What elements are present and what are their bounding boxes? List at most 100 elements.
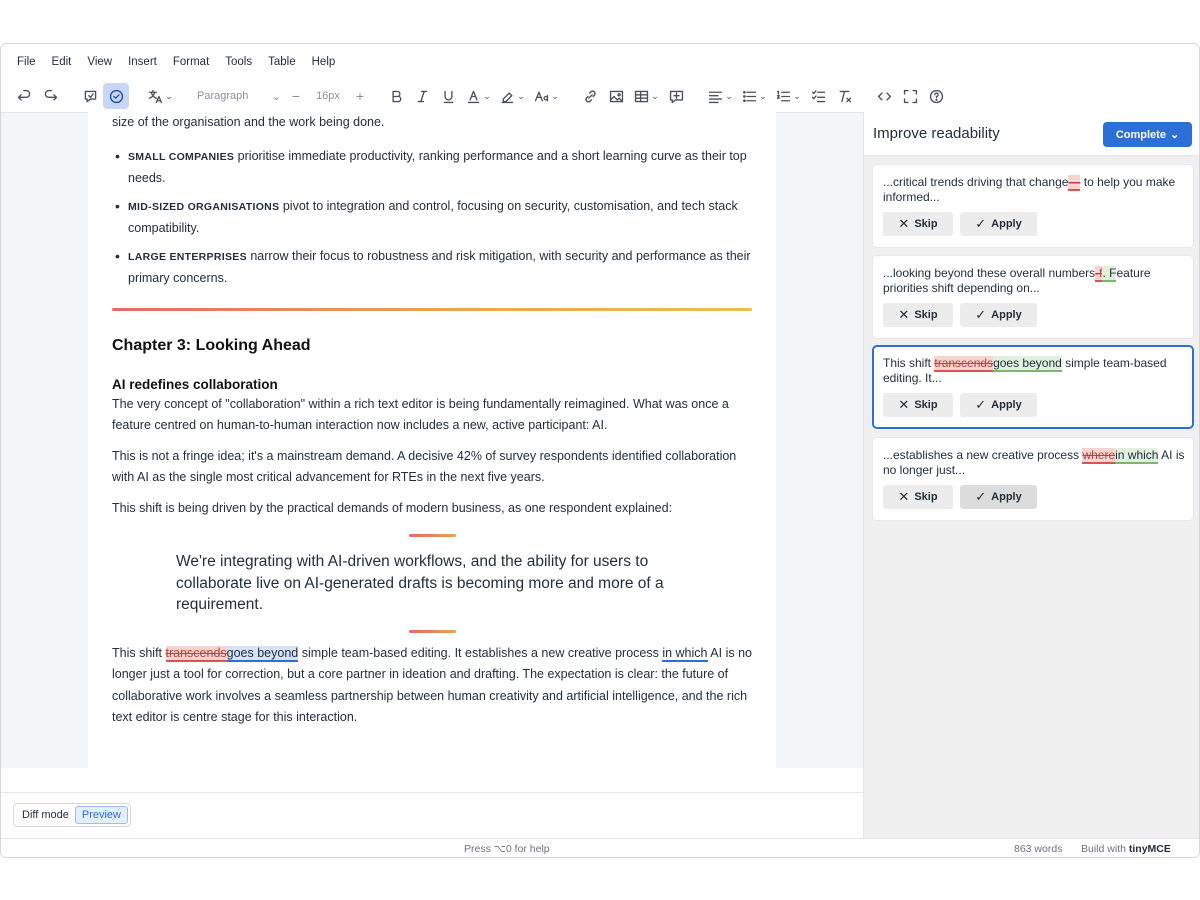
list-item: SMALL COMPANIES prioritise immediate pro… [112, 146, 752, 190]
suggestion-card[interactable]: ...establishes a new creative process wh… [872, 437, 1194, 521]
menu-table[interactable]: Table [260, 52, 304, 72]
sidebar-header: Improve readability Complete ⌄ [864, 112, 1199, 156]
chevron-down-icon: ⌄ [271, 90, 281, 103]
suggestion-card-selected[interactable]: This shift transcendsgoes beyond simple … [872, 345, 1194, 429]
skip-label: Skip [914, 218, 938, 230]
section-heading: AI redefines collaboration [112, 376, 278, 392]
check-icon: ✓ [975, 307, 987, 322]
list-item: LARGE ENTERPRISES narrow their focus to … [112, 246, 752, 290]
suggestion-paragraph: This shift transcendsgoes beyond simple … [112, 643, 752, 729]
menubar: File Edit View Insert Format Tools Table… [1, 44, 1199, 80]
diff-bar: Diff mode Preview [1, 792, 863, 838]
fullscreen-icon[interactable] [897, 83, 923, 109]
build-label: Build with [1081, 843, 1126, 855]
close-icon: ✕ [898, 216, 910, 231]
check-icon: ✓ [975, 397, 987, 412]
font-size-input[interactable]: 16px [305, 90, 351, 102]
clear-formatting-icon[interactable] [831, 83, 857, 109]
quote-text: We're integrating with AI-driven workflo… [176, 553, 664, 613]
sidebar-title: Improve readability [873, 125, 1000, 142]
skip-button[interactable]: ✕ Skip [883, 303, 953, 327]
bullet-list-icon[interactable]: ⌄ [737, 83, 771, 109]
menu-insert[interactable]: Insert [120, 52, 165, 72]
skip-button[interactable]: ✕ Skip [883, 212, 953, 236]
numbered-list-icon[interactable]: ⌄ [771, 83, 805, 109]
undo-icon[interactable] [11, 83, 37, 109]
list-item: MID-SIZED ORGANISATIONS pivot to integra… [112, 196, 752, 240]
branding[interactable]: Build with tinyMCE [1081, 843, 1171, 855]
skip-label: Skip [914, 399, 938, 411]
complete-button[interactable]: Complete ⌄ [1103, 122, 1192, 147]
skip-label: Skip [914, 309, 938, 321]
translate-icon[interactable]: ⌄ [143, 83, 177, 109]
decrease-font-size-button[interactable]: − [287, 88, 305, 104]
apply-label: Apply [991, 399, 1022, 411]
suggested-text[interactable]: in which [662, 645, 708, 662]
ai-review-icon[interactable] [103, 83, 129, 109]
suggestion-text: This shift transcendsgoes beyond simple … [883, 356, 1184, 385]
blocks-value: Paragraph [197, 90, 249, 102]
text-color-icon[interactable]: ⌄ [461, 83, 495, 109]
text-run: simple team-based editing. It establishe… [298, 645, 663, 660]
readability-sidebar: Improve readability Complete ⌄ ...critica… [863, 112, 1199, 838]
suggestion-text: ...establishes a new creative process wh… [883, 448, 1185, 477]
blocks-dropdown[interactable]: Paragraph ⌄ [191, 83, 287, 109]
font-family-icon[interactable]: ⌄ [529, 83, 563, 109]
highlight-icon[interactable]: ⌄ [495, 83, 529, 109]
apply-label: Apply [991, 218, 1022, 230]
deleted-text[interactable]: transcends [165, 645, 227, 662]
inserted-text: goes beyond [993, 356, 1062, 372]
inserted-text: in which [1115, 448, 1159, 464]
diff-mode-button[interactable]: Diff mode [16, 809, 75, 821]
menu-file[interactable]: File [9, 52, 44, 72]
menu-tools[interactable]: Tools [217, 52, 260, 72]
comment-icon[interactable] [663, 83, 689, 109]
skip-label: Skip [914, 491, 938, 503]
italic-icon[interactable] [409, 83, 435, 109]
image-icon[interactable] [603, 83, 629, 109]
increase-font-size-button[interactable]: + [351, 88, 369, 104]
inserted-text[interactable]: goes beyond [226, 645, 299, 662]
apply-button[interactable]: ✓ Apply [960, 303, 1037, 327]
help-icon[interactable] [923, 83, 949, 109]
preview-button[interactable]: Preview [74, 806, 128, 824]
chapter-heading: Chapter 3: Looking Ahead [112, 336, 311, 354]
menu-help[interactable]: Help [304, 52, 344, 72]
code-icon[interactable] [871, 83, 897, 109]
close-icon: ✕ [898, 307, 910, 322]
diff-mode-toggle: Diff mode Preview [13, 803, 131, 827]
toolbar: ⌄ Paragraph ⌄ − 16px + ⌄ ⌄ ⌄ ⌄ ⌄ ⌄ ⌄ [1, 80, 1199, 112]
body-paragraph: This is not a fringe idea; it's a mainst… [112, 448, 737, 485]
checklist-icon[interactable] [805, 83, 831, 109]
suggestion-card[interactable]: ...looking beyond these overall numbers-… [872, 255, 1194, 339]
apply-button[interactable]: ✓ Apply [960, 485, 1037, 509]
section-divider [112, 307, 752, 311]
table-icon[interactable]: ⌄ [629, 83, 663, 109]
apply-button[interactable]: ✓ Apply [960, 212, 1037, 236]
text-run: ...critical trends driving that change [883, 175, 1069, 189]
link-icon[interactable] [577, 83, 603, 109]
align-icon[interactable]: ⌄ [703, 83, 737, 109]
deleted-text: where [1082, 448, 1116, 464]
suggestion-card[interactable]: ...critical trends driving that change— … [872, 164, 1194, 248]
document-page[interactable]: size of the organisation and the work be… [88, 112, 776, 768]
word-count[interactable]: 863 words [1014, 843, 1062, 855]
ai-assistant-icon[interactable] [77, 83, 103, 109]
underline-icon[interactable] [435, 83, 461, 109]
text-run: ...looking beyond these overall numbers [883, 266, 1096, 280]
apply-button[interactable]: ✓ Apply [960, 393, 1037, 417]
redo-icon[interactable] [37, 83, 63, 109]
deleted-text: — [1068, 175, 1081, 191]
skip-button[interactable]: ✕ Skip [883, 393, 953, 417]
bold-icon[interactable] [383, 83, 409, 109]
skip-button[interactable]: ✕ Skip [883, 485, 953, 509]
tinymce-logo: tinyMCE [1128, 843, 1171, 855]
menu-format[interactable]: Format [165, 52, 217, 72]
menu-edit[interactable]: Edit [44, 52, 80, 72]
statusbar: Press ⌥0 for help 863 words Build with t… [1, 838, 1199, 857]
inserted-text: . F [1102, 266, 1117, 282]
menu-view[interactable]: View [79, 52, 120, 72]
list-item-label: SMALL COMPANIES [128, 150, 235, 163]
editor-window: File Edit View Insert Format Tools Table… [0, 43, 1200, 858]
check-icon: ✓ [975, 489, 987, 504]
